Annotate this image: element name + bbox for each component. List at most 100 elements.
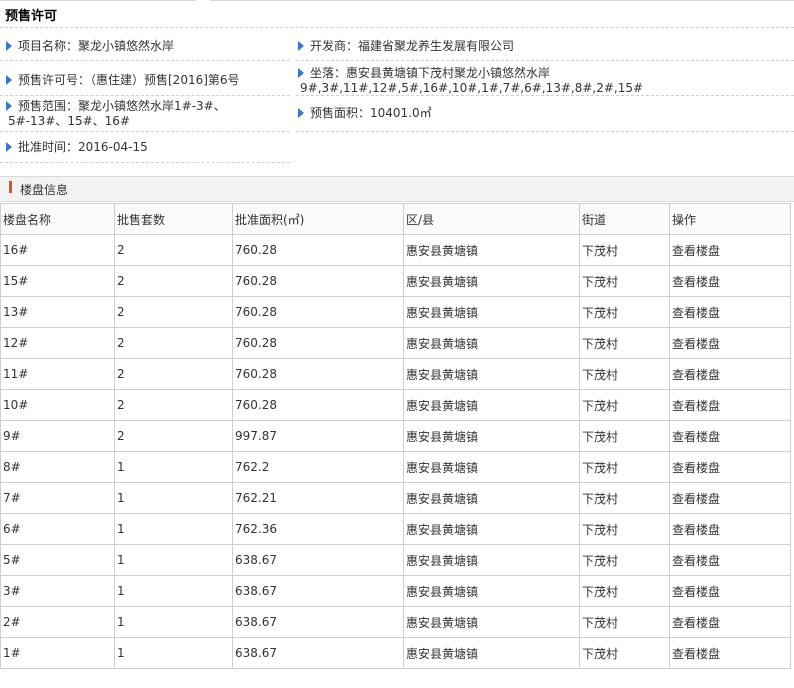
units-count: 1 xyxy=(114,637,233,669)
table-row: 5# 1 638.67 惠安县黄塘镇 下茂村 查看楼盘 xyxy=(0,544,791,576)
presale-area: 预售面积：10401.0㎡ xyxy=(310,106,432,120)
location-line1: 坐落：惠安县黄塘镇下茂村聚龙小镇悠然水岸 xyxy=(310,66,551,80)
street: 下茂村 xyxy=(579,265,670,297)
bullet-triangle-icon xyxy=(298,108,304,118)
scope-line2: 5#-13#、15#、16# xyxy=(8,114,130,128)
bullet-triangle-icon xyxy=(6,101,12,111)
view-building-link[interactable]: 查看楼盘 xyxy=(669,389,791,421)
building-name: 15# xyxy=(0,265,115,297)
permit-no: 预售许可号：（惠住建）预售[2016]第6号 xyxy=(18,73,240,87)
table-row: 7# 1 762.21 惠安县黄塘镇 下茂村 查看楼盘 xyxy=(0,482,791,514)
district: 惠安县黄塘镇 xyxy=(403,637,580,669)
building-name: 16# xyxy=(0,234,115,266)
approved-area: 760.28 xyxy=(232,358,404,390)
approved-area: 638.67 xyxy=(232,575,404,607)
view-building-link[interactable]: 查看楼盘 xyxy=(669,482,791,514)
permit-no-item: 预售许可号：（惠住建）预售[2016]第6号 xyxy=(6,73,240,88)
col-header-action: 操作 xyxy=(669,203,791,235)
approved-area: 762.2 xyxy=(232,451,404,483)
view-building-link[interactable]: 查看楼盘 xyxy=(669,451,791,483)
district: 惠安县黄塘镇 xyxy=(403,544,580,576)
table-row: 8# 1 762.2 惠安县黄塘镇 下茂村 查看楼盘 xyxy=(0,451,791,483)
developer-item: 开发商：福建省聚龙养生发展有限公司 xyxy=(298,39,514,54)
view-building-link[interactable]: 查看楼盘 xyxy=(669,637,791,669)
view-building-link[interactable]: 查看楼盘 xyxy=(669,513,791,545)
district: 惠安县黄塘镇 xyxy=(403,358,580,390)
bullet-triangle-icon xyxy=(6,75,12,85)
building-name: 11# xyxy=(0,358,115,390)
table-row: 2# 1 638.67 惠安县黄塘镇 下茂村 查看楼盘 xyxy=(0,606,791,638)
units-count: 1 xyxy=(114,513,233,545)
view-building-link[interactable]: 查看楼盘 xyxy=(669,265,791,297)
street: 下茂村 xyxy=(579,575,670,607)
view-building-link[interactable]: 查看楼盘 xyxy=(669,296,791,328)
building-name: 12# xyxy=(0,327,115,359)
project-name-item: 项目名称：聚龙小镇悠然水岸 xyxy=(6,39,174,54)
top-tab-gap xyxy=(196,0,210,3)
building-table: 楼盘名称 批售套数 批准面积(㎡) 区/县 街道 操作 16# 2 760.28 惠安… xyxy=(0,203,791,669)
units-count: 2 xyxy=(114,265,233,297)
table-header-row: 楼盘名称 批售套数 批准面积(㎡) 区/县 街道 操作 xyxy=(0,203,791,235)
section-title: 预售许可 xyxy=(5,9,58,24)
table-row: 1# 1 638.67 惠安县黄塘镇 下茂村 查看楼盘 xyxy=(0,637,791,669)
approved-area: 638.67 xyxy=(232,606,404,638)
area-item: 预售面积：10401.0㎡ xyxy=(298,106,432,121)
col-header-street: 街道 xyxy=(579,203,670,235)
building-name: 9# xyxy=(0,420,115,452)
district: 惠安县黄塘镇 xyxy=(403,575,580,607)
district: 惠安县黄塘镇 xyxy=(403,513,580,545)
units-count: 1 xyxy=(114,544,233,576)
district: 惠安县黄塘镇 xyxy=(403,296,580,328)
approved-area: 760.28 xyxy=(232,296,404,328)
units-count: 2 xyxy=(114,327,233,359)
view-building-link[interactable]: 查看楼盘 xyxy=(669,358,791,390)
units-count: 1 xyxy=(114,606,233,638)
table-row: 11# 2 760.28 惠安县黄塘镇 下茂村 查看楼盘 xyxy=(0,358,791,390)
panel-header: 楼盘信息 xyxy=(0,176,794,202)
table-row: 13# 2 760.28 惠安县黄塘镇 下茂村 查看楼盘 xyxy=(0,296,791,328)
view-building-link[interactable]: 查看楼盘 xyxy=(669,575,791,607)
street: 下茂村 xyxy=(579,327,670,359)
street: 下茂村 xyxy=(579,420,670,452)
scope-item: 预售范围：聚龙小镇悠然水岸1#-3#、 5#-13#、15#、16# xyxy=(6,99,226,129)
approved-area: 760.28 xyxy=(232,265,404,297)
district: 惠安县黄塘镇 xyxy=(403,327,580,359)
view-building-link[interactable]: 查看楼盘 xyxy=(669,606,791,638)
approved-area: 638.67 xyxy=(232,544,404,576)
table-row: 10# 2 760.28 惠安县黄塘镇 下茂村 查看楼盘 xyxy=(0,389,791,421)
view-building-link[interactable]: 查看楼盘 xyxy=(669,420,791,452)
street: 下茂村 xyxy=(579,234,670,266)
approved-area: 762.21 xyxy=(232,482,404,514)
building-name: 1# xyxy=(0,637,115,669)
approved-area: 760.28 xyxy=(232,234,404,266)
bullet-triangle-icon xyxy=(298,41,304,51)
building-name: 6# xyxy=(0,513,115,545)
divider xyxy=(0,27,794,28)
view-building-link[interactable]: 查看楼盘 xyxy=(669,544,791,576)
approval-time: 批准时间：2016-04-15 xyxy=(18,140,148,154)
scope-line1: 预售范围：聚龙小镇悠然水岸1#-3#、 xyxy=(18,99,226,113)
location-item: 坐落：惠安县黄塘镇下茂村聚龙小镇悠然水岸 9#,3#,11#,12#,5#,16… xyxy=(298,66,643,96)
building-name: 7# xyxy=(0,482,115,514)
district: 惠安县黄塘镇 xyxy=(403,451,580,483)
street: 下茂村 xyxy=(579,482,670,514)
district: 惠安县黄塘镇 xyxy=(403,482,580,514)
approved-area: 762.36 xyxy=(232,513,404,545)
table-row: 6# 1 762.36 惠安县黄塘镇 下茂村 查看楼盘 xyxy=(0,513,791,545)
table-row: 3# 1 638.67 惠安县黄塘镇 下茂村 查看楼盘 xyxy=(0,575,791,607)
street: 下茂村 xyxy=(579,358,670,390)
view-building-link[interactable]: 查看楼盘 xyxy=(669,234,791,266)
view-building-link[interactable]: 查看楼盘 xyxy=(669,327,791,359)
approved-area: 760.28 xyxy=(232,389,404,421)
approved-area: 638.67 xyxy=(232,637,404,669)
units-count: 2 xyxy=(114,389,233,421)
street: 下茂村 xyxy=(579,296,670,328)
bullet-triangle-icon xyxy=(6,41,12,51)
street: 下茂村 xyxy=(579,389,670,421)
units-count: 2 xyxy=(114,296,233,328)
approval-time-item: 批准时间：2016-04-15 xyxy=(6,140,148,155)
bullet-triangle-icon xyxy=(6,142,12,152)
district: 惠安县黄塘镇 xyxy=(403,606,580,638)
approved-area: 997.87 xyxy=(232,420,404,452)
street: 下茂村 xyxy=(579,606,670,638)
